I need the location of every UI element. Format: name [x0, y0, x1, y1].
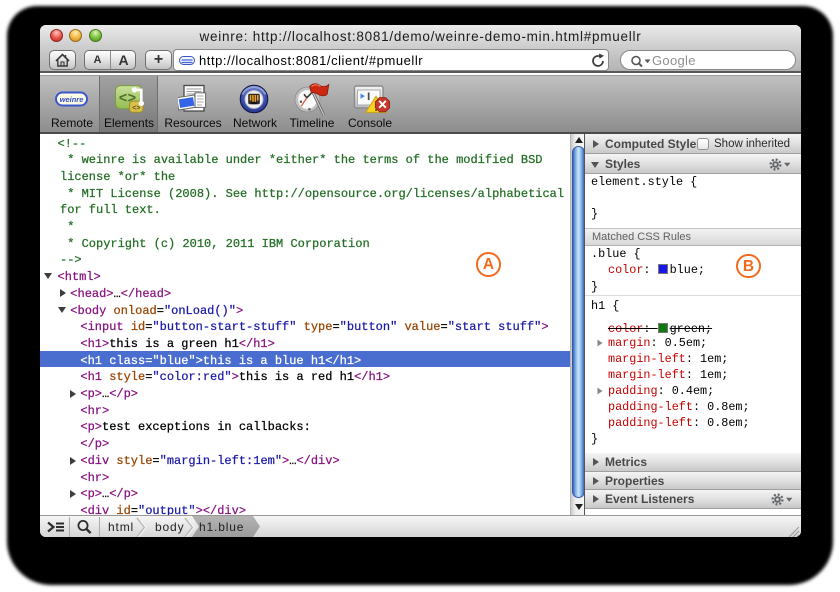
svg-text:weinre: weinre — [60, 95, 84, 104]
svg-text:<>: <> — [132, 105, 140, 113]
